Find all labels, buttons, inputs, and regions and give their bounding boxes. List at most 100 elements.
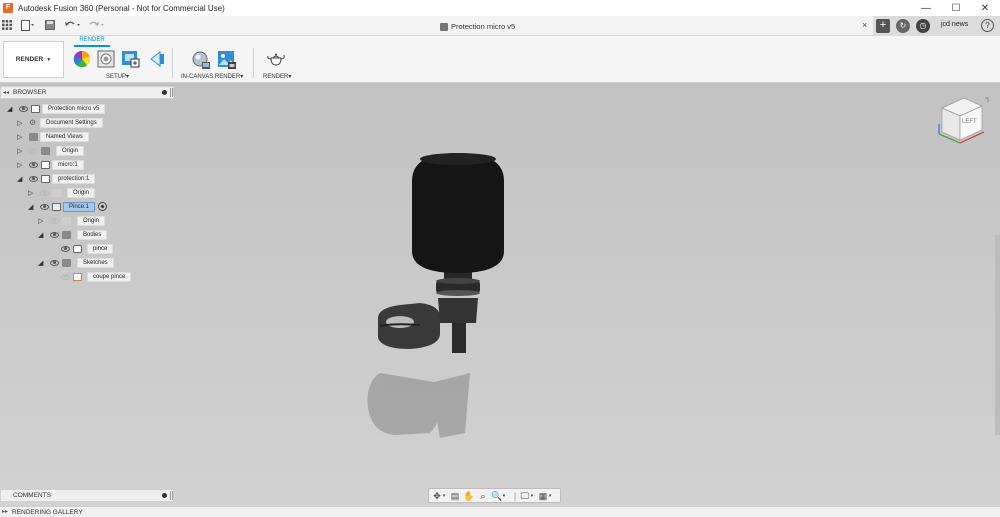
render-teapot-icon[interactable]	[266, 50, 285, 68]
tab-render[interactable]: RENDER	[74, 37, 110, 43]
close-window-button[interactable]: ✕	[970, 0, 1000, 16]
user-account-name[interactable]: jcd news	[941, 21, 968, 28]
help-icon[interactable]: ?	[981, 19, 994, 32]
workspace-switcher-button[interactable]: RENDER ▼	[3, 41, 64, 78]
tree-node-label: Sketches	[77, 257, 114, 268]
panel-options-icon[interactable]	[162, 90, 167, 95]
file-menu-icon[interactable]	[21, 20, 35, 32]
tree-node-document-settings[interactable]: ▷ ⚙ Document Settings	[17, 117, 103, 128]
tree-node-bodies[interactable]: ◢ Bodies	[38, 229, 108, 240]
undo-icon[interactable]	[64, 20, 82, 32]
render-group-label[interactable]: RENDER▾	[263, 73, 291, 80]
tree-node-label: Protection micro v5	[42, 103, 106, 114]
tree-node-micro[interactable]: ▷ micro:1	[17, 159, 84, 170]
activate-component-radio[interactable]	[98, 202, 108, 211]
expand-gallery-icon[interactable]: ▸▸	[2, 508, 8, 515]
decal-icon[interactable]	[148, 50, 166, 68]
tree-node-coupe-pince[interactable]: coupe pince	[61, 271, 132, 282]
visibility-eye-icon[interactable]	[50, 259, 59, 266]
capture-image-icon[interactable]	[217, 50, 236, 69]
active-tab-indicator	[74, 45, 110, 47]
browser-panel-header[interactable]: ◂◂ BROWSER	[0, 86, 174, 99]
pan-hand-icon[interactable]: ✋	[463, 490, 475, 502]
appearance-color-wheel-icon[interactable]	[73, 50, 91, 68]
chevron-down-icon[interactable]: ▾	[441, 490, 447, 502]
tree-expand-toggle[interactable]: ▷	[17, 119, 22, 127]
close-tab-button[interactable]: ×	[862, 20, 867, 30]
tree-expand-toggle[interactable]: ◢	[7, 105, 12, 113]
tree-node-label: micro:1	[52, 159, 84, 170]
chevron-down-icon[interactable]: ▾	[529, 490, 535, 502]
tree-node-pince-active[interactable]: ◢ Pince:1	[28, 201, 108, 212]
visibility-eye-icon[interactable]	[29, 161, 38, 168]
tree-expand-toggle[interactable]: ▷	[28, 189, 33, 197]
component-icon	[41, 160, 50, 169]
texture-map-icon[interactable]	[121, 50, 140, 68]
view-cube[interactable]: LEFT	[934, 94, 989, 146]
collapse-panel-icon[interactable]: ◂◂	[3, 89, 9, 96]
scene-settings-icon[interactable]	[97, 50, 115, 68]
job-status-icon[interactable]: ↻	[896, 19, 910, 33]
viewcube-face-label: LEFT	[962, 119, 977, 125]
comments-title: COMMENTS	[13, 492, 51, 499]
visibility-eye-icon[interactable]	[29, 175, 38, 182]
setup-group-label[interactable]: SETUP▾	[106, 73, 129, 80]
document-cube-icon	[440, 22, 448, 31]
visibility-eye-icon[interactable]	[40, 203, 49, 210]
tree-node-sketches[interactable]: ◢ Sketches	[38, 257, 114, 268]
chevron-down-icon[interactable]: ▾	[501, 490, 507, 502]
tree-node-protection[interactable]: ◢ protection:1	[17, 173, 96, 184]
visibility-eye-icon[interactable]	[29, 147, 38, 154]
comments-panel-header[interactable]: COMMENTS	[0, 489, 174, 502]
panel-resize-handle[interactable]	[170, 491, 173, 500]
maximize-button[interactable]: ☐	[941, 0, 971, 16]
viewport-canvas[interactable]	[0, 83, 1000, 506]
zoom-window-icon[interactable]: ⌕	[477, 490, 489, 502]
minimize-button[interactable]: —	[911, 0, 941, 16]
folder-icon	[62, 230, 71, 239]
tree-expand-toggle[interactable]: ◢	[28, 203, 33, 211]
visibility-eye-icon[interactable]	[50, 217, 59, 224]
app-grid-icon[interactable]	[2, 20, 12, 32]
tree-expand-toggle[interactable]: ◢	[17, 175, 22, 183]
chevron-down-icon[interactable]: ▾	[547, 490, 553, 502]
new-tab-plus-icon[interactable]: +	[876, 19, 890, 33]
tree-node-label: Document Settings	[40, 117, 103, 128]
tree-node-pince-body[interactable]: pince	[61, 243, 114, 254]
panel-options-icon[interactable]	[162, 493, 167, 498]
tree-node-root[interactable]: ◢ Protection micro v5	[7, 103, 106, 114]
panel-resize-handle[interactable]	[170, 88, 173, 97]
visibility-eye-icon[interactable]	[40, 189, 49, 196]
visibility-eye-icon[interactable]	[61, 245, 70, 252]
ribbon-toolbar: RENDER ▼ RENDER SETUP▾ IN-CANVAS RENDER▾	[0, 36, 1000, 83]
tree-node-origin[interactable]: ▷ Origin	[38, 215, 106, 226]
redo-icon[interactable]	[88, 20, 106, 32]
rendering-gallery-title: RENDERING GALLERY	[12, 509, 83, 516]
folder-icon	[41, 146, 50, 155]
in-canvas-render-icon[interactable]	[191, 50, 210, 69]
rendering-gallery-bar[interactable]: ▸▸ RENDERING GALLERY	[0, 506, 1000, 517]
notifications-icon[interactable]: ◷	[916, 19, 930, 33]
browser-title: BROWSER	[13, 89, 47, 96]
in-canvas-render-group-label[interactable]: IN-CANVAS RENDER▾	[181, 73, 243, 80]
tree-expand-toggle[interactable]: ▷	[17, 133, 22, 141]
visibility-eye-icon[interactable]	[19, 105, 28, 112]
tree-node-label: coupe pince	[87, 271, 132, 282]
save-icon[interactable]	[45, 20, 55, 32]
tree-node-origin[interactable]: ▷ Origin	[28, 187, 96, 198]
navigation-bar: ✥ ▾ ▤ ✋ ⌕ 🔍 ▾ | 🖵 ▾ ▦ ▾	[428, 488, 561, 503]
visibility-eye-icon[interactable]	[50, 231, 59, 238]
tree-expand-toggle[interactable]: ▷	[38, 217, 43, 225]
document-tab[interactable]: Protection micro v5	[440, 18, 515, 35]
tree-expand-toggle[interactable]: ◢	[38, 231, 43, 239]
component-icon	[31, 104, 40, 113]
tree-node-origin[interactable]: ▷ Origin	[17, 145, 85, 156]
tree-expand-toggle[interactable]: ▷	[17, 161, 22, 169]
tree-expand-toggle[interactable]: ◢	[38, 259, 43, 267]
sketch-icon	[73, 272, 82, 281]
visibility-eye-icon[interactable]	[61, 273, 70, 280]
look-at-icon[interactable]: ▤	[449, 490, 461, 502]
fusion-logo-icon: F	[3, 3, 13, 13]
tree-node-named-views[interactable]: ▷ Named Views	[17, 131, 89, 142]
tree-expand-toggle[interactable]: ▷	[17, 147, 22, 155]
